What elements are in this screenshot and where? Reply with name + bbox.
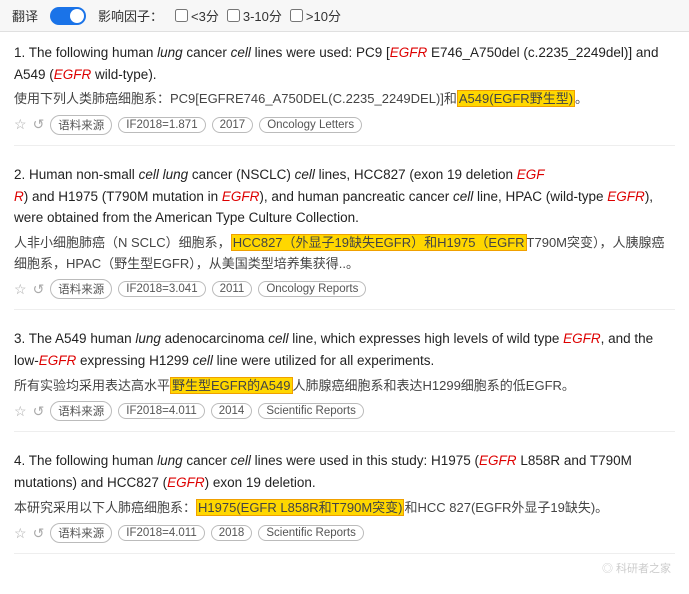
cell-2: cell <box>295 167 315 182</box>
result-1-num: 1. <box>14 45 29 60</box>
toggle-knob <box>70 9 84 23</box>
cell-4: cell <box>231 453 251 468</box>
filter-label: 影响因子： <box>98 6 163 25</box>
result-item-2: 2. Human non-small cell lung cancer (NSC… <box>14 164 675 310</box>
lung-4: lung <box>157 453 183 468</box>
filter-gt10[interactable]: >10分 <box>290 6 341 25</box>
egfr-1a: EGFR <box>390 45 428 60</box>
highlight-2: HCC827（外显子19缺失EGFR）和H1975（EGFR <box>231 234 527 251</box>
result-1-en: 1. The following human lung cancer cell … <box>14 42 675 85</box>
source-badge-4[interactable]: 语料来源 <box>50 523 112 543</box>
result-2-zh: 人非小细胞肺癌（N SCLC）细胞系，HCC827（外显子19缺失EGFR）和H… <box>14 233 675 275</box>
egfr-2b: EGFR <box>222 189 260 204</box>
year-badge-3: 2014 <box>211 403 253 419</box>
highlight-3: 野生型EGFR的A549 <box>170 377 292 394</box>
lung-3: lung <box>135 331 161 346</box>
if-badge-3: IF2018=4.011 <box>118 403 204 419</box>
result-1-zh: 使用下列人类肺癌细胞系：PC9[EGFRE746_A750DEL(C.2235_… <box>14 89 675 110</box>
filter-group: <3分 3-10分 >10分 <box>175 6 341 25</box>
top-bar: 翻译 影响因子： <3分 3-10分 >10分 <box>0 0 689 32</box>
result-3-en: 3. The A549 human lung adenocarcinoma ce… <box>14 328 675 371</box>
result-2-num: 2. <box>14 167 29 182</box>
filter-gt10-checkbox[interactable] <box>290 9 303 22</box>
results-content: 1. The following human lung cancer cell … <box>0 32 689 582</box>
highlight-1: A549(EGFR野生型) <box>457 90 575 107</box>
source-badge-1[interactable]: 语料来源 <box>50 115 112 135</box>
egfr-3b: EGFR <box>39 353 77 368</box>
result-3-meta: ☆ ↺ 语料来源 IF2018=4.011 2014 Scientific Re… <box>14 401 675 421</box>
filter-3-10[interactable]: 3-10分 <box>227 6 282 25</box>
cell-3: cell <box>268 331 288 346</box>
filter-3-10-checkbox[interactable] <box>227 9 240 22</box>
star-icon-1[interactable]: ☆ <box>14 116 27 133</box>
star-icon-3[interactable]: ☆ <box>14 403 27 420</box>
egfr-4b: EGFR <box>167 475 205 490</box>
result-4-meta: ☆ ↺ 语料来源 IF2018=4.011 2018 Scientific Re… <box>14 523 675 543</box>
year-badge-1: 2017 <box>212 117 254 133</box>
refresh-icon-1[interactable]: ↺ <box>33 116 45 133</box>
journal-badge-1: Oncology Letters <box>259 117 362 133</box>
refresh-icon-2[interactable]: ↺ <box>33 281 45 298</box>
if-badge-4: IF2018=4.011 <box>118 525 204 541</box>
translate-label: 翻译 <box>12 6 38 25</box>
result-3-num: 3. <box>14 331 29 346</box>
cell-lung-2: cell lung <box>139 167 189 182</box>
refresh-icon-4[interactable]: ↺ <box>33 525 45 542</box>
year-badge-2: 2011 <box>212 281 253 297</box>
result-4-num: 4. <box>14 453 29 468</box>
filter-lt3-label: <3分 <box>191 6 219 25</box>
result-4-en: 4. The following human lung cancer cell … <box>14 450 675 493</box>
lung-1: lung <box>157 45 183 60</box>
refresh-icon-3[interactable]: ↺ <box>33 403 45 420</box>
journal-badge-4: Scientific Reports <box>258 525 363 541</box>
egfr-2c: EGFR <box>607 189 645 204</box>
year-badge-4: 2018 <box>211 525 253 541</box>
star-icon-4[interactable]: ☆ <box>14 525 27 542</box>
egfr-3a: EGFR <box>563 331 601 346</box>
result-1-meta: ☆ ↺ 语料来源 IF2018=1.871 2017 Oncology Lett… <box>14 115 675 135</box>
result-item-1: 1. The following human lung cancer cell … <box>14 42 675 146</box>
highlight-4: H1975(EGFR L858R和T790M突变) <box>196 499 404 516</box>
source-badge-2[interactable]: 语料来源 <box>50 279 112 299</box>
filter-lt3[interactable]: <3分 <box>175 6 219 25</box>
source-badge-3[interactable]: 语料来源 <box>50 401 112 421</box>
cell-3b: cell <box>193 353 213 368</box>
result-2-meta: ☆ ↺ 语料来源 IF2018=3.041 2011 Oncology Repo… <box>14 279 675 299</box>
result-3-zh: 所有实验均采用表达高水平野生型EGFR的A549人肺腺癌细胞系和表达H1299细… <box>14 376 675 397</box>
egfr-4a: EGFR <box>479 453 517 468</box>
filter-gt10-label: >10分 <box>306 6 341 25</box>
journal-badge-2: Oncology Reports <box>258 281 366 297</box>
filter-lt3-checkbox[interactable] <box>175 9 188 22</box>
journal-badge-3: Scientific Reports <box>258 403 363 419</box>
translate-toggle[interactable] <box>50 7 86 25</box>
if-badge-2: IF2018=3.041 <box>118 281 205 297</box>
egfr-1b: EGFR <box>54 67 92 82</box>
result-item-4: 4. The following human lung cancer cell … <box>14 450 675 554</box>
cell-1: cell <box>231 45 251 60</box>
result-item-3: 3. The A549 human lung adenocarcinoma ce… <box>14 328 675 432</box>
filter-3-10-label: 3-10分 <box>243 6 282 25</box>
result-2-en: 2. Human non-small cell lung cancer (NSC… <box>14 164 675 229</box>
if-badge-1: IF2018=1.871 <box>118 117 205 133</box>
cell-2b: cell <box>453 189 473 204</box>
result-4-zh: 本研究采用以下人肺癌细胞系：H1975(EGFR L858R和T790M突变)和… <box>14 498 675 519</box>
star-icon-2[interactable]: ☆ <box>14 281 27 298</box>
